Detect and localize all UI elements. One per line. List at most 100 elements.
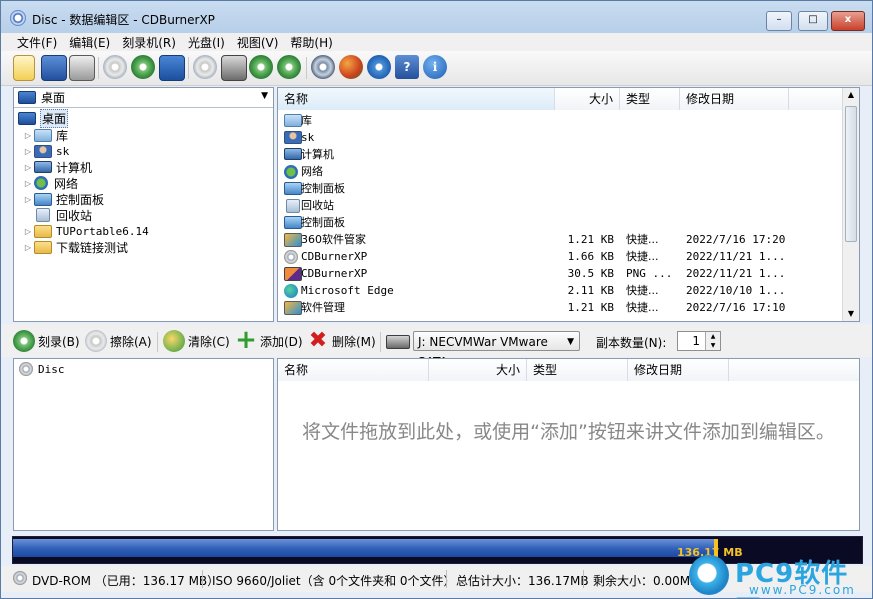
- file-row[interactable]: CDBurnerXP 1.66 KB 快捷... 2022/11/21 1...: [278, 248, 843, 265]
- file-row[interactable]: CDBurnerXP 30.5 KB PNG ... 2022/11/21 1...: [278, 265, 843, 282]
- menu-recorder[interactable]: 刻录机(R): [116, 34, 182, 51]
- column-header-size[interactable]: 大小: [429, 359, 527, 381]
- close-button[interactable]: x: [831, 11, 865, 31]
- file-row[interactable]: 库: [278, 112, 843, 129]
- toolbar-separator: [157, 332, 158, 352]
- new-file-icon[interactable]: [13, 55, 35, 81]
- rip-audio-icon[interactable]: [249, 55, 273, 79]
- capacity-used-fill: [13, 539, 718, 557]
- tree-item[interactable]: 回收站: [22, 207, 92, 223]
- scroll-down-arrow-icon[interactable]: ▼: [843, 307, 859, 321]
- tree-root-desktop[interactable]: 桌面: [18, 108, 69, 128]
- file-row[interactable]: 回收站: [278, 197, 843, 214]
- erase-button[interactable]: 擦除(A): [85, 330, 152, 352]
- about-info-icon[interactable]: i: [423, 55, 447, 79]
- save-icon[interactable]: [41, 55, 67, 81]
- file-type: 快捷...: [626, 233, 659, 246]
- scroll-thumb[interactable]: [845, 106, 857, 242]
- minimize-button[interactable]: –: [766, 11, 792, 31]
- drive-select[interactable]: J: NECVMWar VMware SATA ▼: [413, 331, 580, 369]
- disc-info-icon[interactable]: [367, 55, 391, 79]
- help-icon[interactable]: ?: [395, 55, 419, 79]
- menu-help[interactable]: 帮助(H): [284, 34, 338, 51]
- drive-icon[interactable]: [221, 55, 247, 81]
- file-row[interactable]: 软件管理 1.21 KB 快捷... 2022/7/16 17:10: [278, 299, 843, 316]
- expand-arrow-icon[interactable]: ▷: [22, 243, 34, 252]
- stepper-down-icon[interactable]: ▼: [705, 341, 720, 350]
- plus-icon: +: [235, 325, 257, 355]
- control-panel-icon: [284, 216, 302, 229]
- app-window: Disc - 数据编辑区 - CDBurnerXP – □ x 文件(F) 编辑…: [0, 0, 873, 599]
- clear-button[interactable]: 清除(C): [163, 330, 230, 352]
- file-name: 库: [301, 114, 312, 127]
- vertical-scrollbar[interactable]: ▲ ▼: [842, 88, 859, 321]
- folder-icon: [34, 224, 52, 238]
- expand-arrow-icon[interactable]: ▷: [22, 179, 34, 188]
- menu-disc[interactable]: 光盘(I): [182, 34, 231, 51]
- location-dropdown[interactable]: 桌面 ▼: [14, 88, 273, 108]
- folder-tree-panel: 桌面 ▼ 桌面 ▷ 库 ▷ sk ▷ 计算机 ▷ 网络 ▷ 控制面板 回收站 ▷…: [13, 87, 274, 322]
- tree-item[interactable]: ▷ sk: [22, 143, 69, 159]
- file-row[interactable]: sk: [278, 129, 843, 146]
- toolbar-separator: [306, 57, 307, 79]
- finalize-icon[interactable]: [159, 55, 185, 81]
- tree-item[interactable]: ▷ 网络: [22, 175, 78, 191]
- copy-disc-icon[interactable]: [193, 55, 217, 79]
- file-size: 1.21 KB: [567, 233, 614, 246]
- file-row[interactable]: Microsoft Edge 2.11 KB 快捷... 2022/10/10 1..…: [278, 282, 843, 299]
- tree-item[interactable]: ▷ TUPortable6.14: [22, 223, 149, 239]
- title-bar[interactable]: Disc - 数据编辑区 - CDBurnerXP – □ x: [1, 1, 872, 33]
- web-icon[interactable]: [339, 55, 363, 79]
- file-type: PNG ...: [626, 267, 673, 280]
- user-folder-icon: [34, 144, 52, 158]
- compilation-root[interactable]: Disc: [19, 361, 65, 377]
- burn-disc-icon[interactable]: [131, 55, 155, 79]
- status-media: DVD-ROM （已用：136.17 MB）: [32, 574, 220, 588]
- tree-item[interactable]: ▷ 计算机: [22, 159, 92, 175]
- recycle-bin-icon: [286, 199, 300, 213]
- expand-arrow-icon[interactable]: ▷: [22, 227, 34, 236]
- expand-arrow-icon[interactable]: ▷: [22, 147, 34, 156]
- column-header-type[interactable]: 类型: [527, 359, 628, 381]
- print-icon[interactable]: [69, 55, 95, 81]
- refresh-disc-icon[interactable]: [277, 55, 301, 79]
- settings-gear-icon[interactable]: [311, 55, 335, 79]
- file-size: 2.11 KB: [567, 284, 614, 297]
- chevron-down-icon[interactable]: ▼: [567, 332, 574, 352]
- tree-item[interactable]: ▷ 控制面板: [22, 191, 104, 207]
- column-header-size[interactable]: 大小: [555, 88, 620, 110]
- file-row[interactable]: 控制面板: [278, 214, 843, 231]
- stepper-up-icon[interactable]: ▲: [705, 332, 720, 341]
- file-row[interactable]: 控制面板: [278, 180, 843, 197]
- maximize-button[interactable]: □: [798, 11, 828, 31]
- menu-edit[interactable]: 编辑(E): [63, 34, 116, 51]
- menu-file[interactable]: 文件(F): [11, 34, 63, 51]
- scroll-up-arrow-icon[interactable]: ▲: [843, 88, 859, 102]
- file-row[interactable]: 计算机: [278, 146, 843, 163]
- expand-arrow-icon[interactable]: ▷: [22, 131, 34, 140]
- expand-arrow-icon[interactable]: ▷: [22, 195, 34, 204]
- file-row[interactable]: 360软件管家 1.21 KB 快捷... 2022/7/16 17:20: [278, 231, 843, 248]
- erase-disc-icon[interactable]: [103, 55, 127, 79]
- column-header-type[interactable]: 类型: [620, 88, 680, 110]
- file-name: 控制面板: [301, 182, 345, 195]
- add-button[interactable]: + 添加(D): [235, 325, 303, 355]
- column-header-modified[interactable]: 修改日期: [628, 359, 729, 381]
- column-header-modified[interactable]: 修改日期: [680, 88, 789, 110]
- burn-button[interactable]: 刻录(B): [13, 330, 80, 352]
- desktop-icon: [18, 111, 36, 125]
- delete-button[interactable]: ✖ 删除(M): [307, 330, 376, 352]
- menu-view[interactable]: 视图(V): [231, 34, 285, 51]
- tree-item[interactable]: ▷ 库: [22, 127, 68, 143]
- chevron-down-icon[interactable]: ▼: [261, 91, 268, 101]
- tree-item[interactable]: ▷ 下载链接测试: [22, 239, 128, 255]
- disc-icon: [13, 571, 27, 585]
- copies-stepper[interactable]: 1 ▲ ▼: [677, 331, 721, 351]
- compilation-list-panel: 名称 大小 类型 修改日期 将文件拖放到此处，或使用“添加”按钮来讲文件添加到编…: [277, 358, 860, 531]
- file-row[interactable]: 网络: [278, 163, 843, 180]
- expand-arrow-icon[interactable]: ▷: [22, 163, 34, 172]
- menu-bar: 文件(F) 编辑(E) 刻录机(R) 光盘(I) 视图(V) 帮助(H): [1, 33, 872, 51]
- file-size: 1.21 KB: [567, 301, 614, 314]
- column-header-name[interactable]: 名称: [278, 359, 429, 381]
- window-title: Disc - 数据编辑区 - CDBurnerXP: [32, 13, 215, 27]
